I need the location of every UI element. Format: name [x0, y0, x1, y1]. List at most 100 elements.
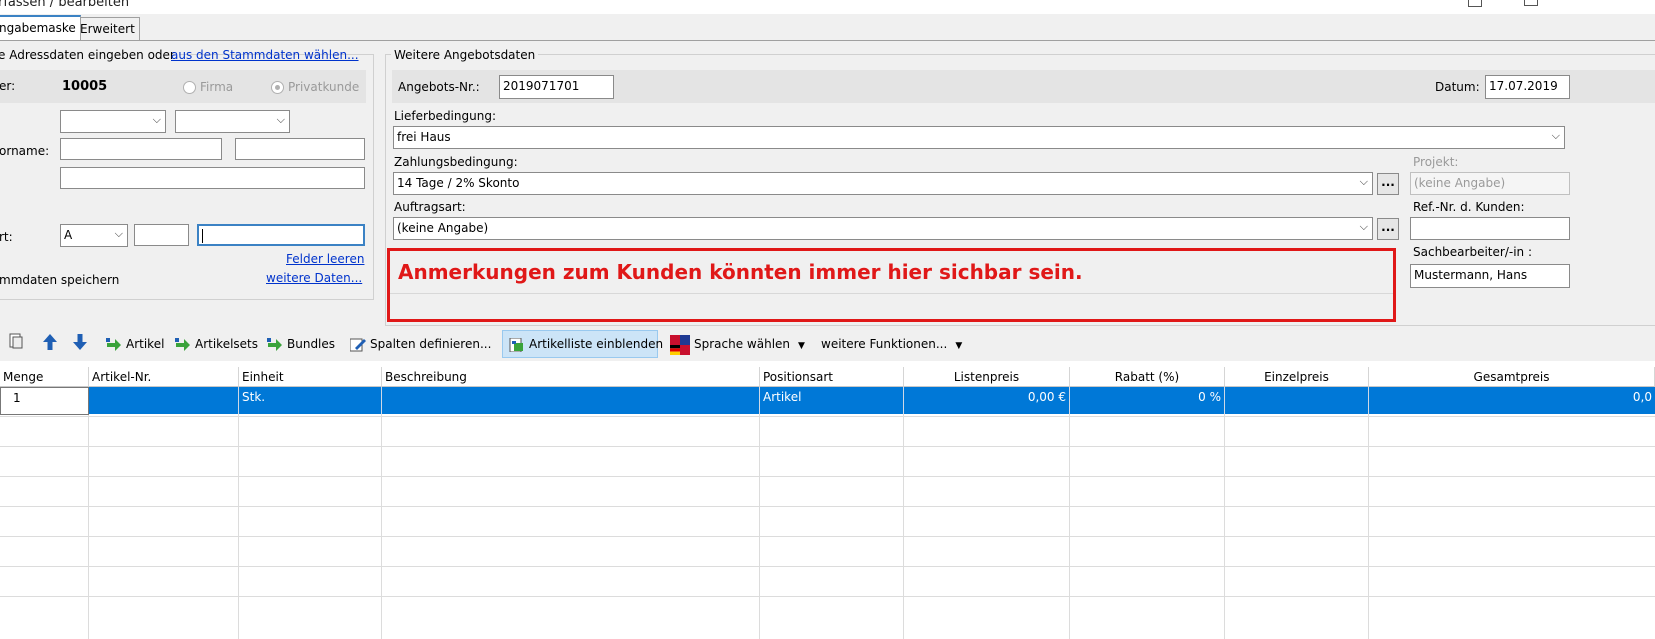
table-row[interactable] — [0, 567, 1655, 597]
payment-value: 14 Tage / 2% Skonto — [397, 176, 520, 190]
add-bundle-label: Bundles — [287, 337, 336, 351]
table-row[interactable] — [0, 597, 1655, 619]
positions-grid: Menge Artikel-Nr. Einheit Beschreibung P… — [0, 367, 1655, 639]
zip-input[interactable] — [134, 224, 189, 246]
order-type-more-button[interactable]: ... — [1377, 218, 1399, 240]
payment-more-button[interactable]: ... — [1377, 173, 1399, 195]
country-select[interactable]: A ⌵ — [60, 224, 128, 247]
column-header-beschreibung[interactable]: Beschreibung — [382, 367, 760, 387]
payment-label: Zahlungsbedingung: — [394, 155, 518, 169]
chevron-down-icon: ⌵ — [1359, 175, 1368, 188]
cell-positionsart[interactable]: Artikel — [760, 387, 904, 414]
order-type-select[interactable]: (keine Angabe) ⌵ — [393, 217, 1373, 240]
more-data-link[interactable]: weitere Daten... — [266, 271, 362, 285]
paste-icon[interactable] — [8, 333, 24, 355]
column-header-menge[interactable]: Menge — [0, 367, 89, 387]
define-columns-button[interactable]: Spalten definieren... — [350, 333, 491, 355]
move-down-icon[interactable] — [72, 333, 88, 355]
address-prompt: e Adressdaten eingeben oder — [0, 48, 179, 62]
add-bundle-button[interactable]: Bundles — [267, 333, 335, 355]
table-row[interactable]: 1 Stk. Artikel 0,00 € 0 % 0,0 — [0, 387, 1655, 417]
table-row[interactable] — [0, 477, 1655, 507]
window-title: rfassen / bearbeiten — [0, 0, 130, 10]
first-name-input[interactable] — [60, 138, 222, 160]
salutation-select[interactable]: ⌵ — [60, 110, 166, 133]
payment-select[interactable]: 14 Tage / 2% Skonto ⌵ — [393, 172, 1373, 195]
column-header-gesamtpreis[interactable]: Gesamtpreis — [1369, 367, 1655, 387]
cell-einheit[interactable]: Stk. — [239, 387, 382, 414]
customer-notes-box[interactable]: Anmerkungen zum Kunden könnten immer hie… — [387, 248, 1396, 322]
edit-columns-icon — [350, 338, 366, 351]
column-header-einzelpreis[interactable]: Einzelpreis — [1225, 367, 1369, 387]
customer-number-value: 10005 — [62, 79, 108, 94]
move-up-icon[interactable] — [42, 333, 58, 355]
order-type-value: (keine Angabe) — [397, 221, 489, 235]
firma-radio-label: Firma — [200, 80, 234, 94]
table-row[interactable] — [0, 447, 1655, 477]
offer-number-label: Angebots-Nr.: — [398, 80, 480, 94]
tab-erweitert[interactable]: Erweitert — [75, 17, 140, 40]
project-input[interactable]: (keine Angabe) — [1410, 172, 1570, 195]
chevron-down-icon: ⌵ — [276, 113, 285, 126]
add-bundle-icon — [267, 337, 282, 351]
minimize-icon[interactable] — [1468, 0, 1482, 7]
privatkunde-radio[interactable] — [271, 81, 284, 94]
column-header-listenpreis[interactable]: Listenpreis — [904, 367, 1070, 387]
add-article-button[interactable]: Artikel — [106, 333, 164, 355]
add-article-set-button[interactable]: Artikelsets — [175, 333, 258, 355]
more-functions-dropdown[interactable]: weitere Funktionen... ▼ — [821, 333, 962, 355]
add-article-label: Artikel — [126, 337, 165, 351]
cell-menge[interactable]: 1 — [0, 387, 89, 415]
article-list-icon — [509, 337, 523, 352]
notes-divider — [390, 293, 1393, 294]
cell-gesamtpreis[interactable]: 0,0 — [1369, 387, 1655, 414]
firma-radio[interactable] — [183, 81, 196, 94]
choose-from-master-data-link[interactable]: aus den Stammdaten wählen... — [171, 48, 359, 62]
name-label: orname: — [0, 144, 50, 158]
cell-artikelnr[interactable] — [89, 387, 239, 414]
restore-icon[interactable] — [1524, 0, 1538, 6]
choose-language-dropdown[interactable]: Sprache wählen ▼ — [670, 333, 805, 355]
offer-number-input[interactable]: 2019071701 — [499, 75, 614, 99]
delivery-select[interactable]: frei Haus ⌵ — [393, 126, 1565, 149]
show-article-list-toggle[interactable]: Artikelliste einblenden — [502, 330, 663, 358]
cell-listenpreis[interactable]: 0,00 € — [904, 387, 1070, 414]
table-row[interactable] — [0, 537, 1655, 567]
cell-einzelpreis[interactable] — [1225, 387, 1369, 414]
offer-data-title: Weitere Angebotsdaten — [391, 48, 539, 62]
table-row[interactable] — [0, 507, 1655, 537]
column-header-positionsart[interactable]: Positionsart — [760, 367, 904, 387]
column-header-einheit[interactable]: Einheit — [239, 367, 382, 387]
clear-fields-link[interactable]: Felder leeren — [286, 252, 364, 266]
title-select[interactable]: ⌵ — [175, 110, 290, 133]
positions-toolbar: Artikel Artikelsets Bundles Spalten defi… — [0, 327, 1655, 361]
chevron-down-icon: ⌵ — [114, 227, 123, 240]
more-functions-label: weitere Funktionen... — [821, 337, 948, 351]
last-name-input[interactable] — [235, 138, 365, 160]
delivery-label: Lieferbedingung: — [394, 109, 496, 123]
city-input[interactable] — [197, 224, 365, 246]
add-article-set-label: Artikelsets — [195, 337, 259, 351]
customer-ref-input[interactable] — [1410, 217, 1570, 240]
clerk-label: Sachbearbeiter/-in : — [1413, 245, 1532, 259]
cell-rabatt[interactable]: 0 % — [1070, 387, 1225, 414]
add-article-set-icon — [175, 337, 190, 351]
project-label: Projekt: — [1413, 155, 1459, 169]
customer-notes-text: Anmerkungen zum Kunden könnten immer hie… — [398, 260, 1083, 284]
date-input[interactable]: 17.07.2019 — [1485, 75, 1570, 99]
cell-beschreibung[interactable] — [382, 387, 760, 414]
text-cursor — [202, 229, 203, 243]
save-master-data-label[interactable]: mmdaten speichern — [0, 273, 119, 287]
title-bar: rfassen / bearbeiten — [0, 0, 1655, 14]
chevron-down-icon: ⌵ — [152, 113, 161, 126]
tab-eingabemaske[interactable]: ngabemaske — [0, 15, 81, 40]
chevron-down-icon: ⌵ — [1359, 220, 1368, 233]
table-row[interactable] — [0, 417, 1655, 447]
country-value: A — [64, 228, 73, 242]
clerk-input[interactable]: Mustermann, Hans — [1410, 264, 1570, 288]
date-label: Datum: — [1435, 80, 1480, 94]
column-header-rabatt[interactable]: Rabatt (%) — [1070, 367, 1225, 387]
column-header-artikelnr[interactable]: Artikel-Nr. — [89, 367, 239, 387]
add-article-icon — [106, 337, 121, 351]
street-input[interactable] — [60, 167, 365, 189]
